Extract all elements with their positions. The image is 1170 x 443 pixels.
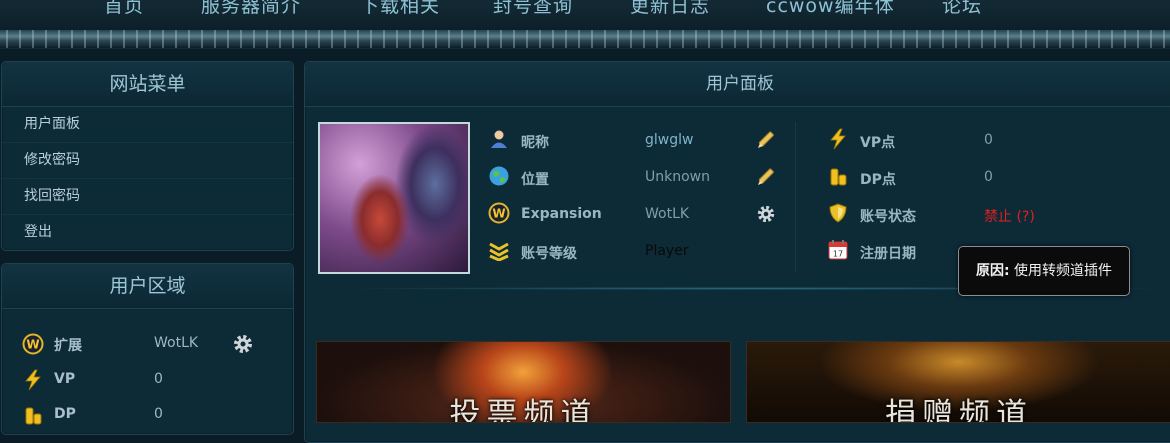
info-row-account-level: 账号等级 Player bbox=[488, 233, 798, 270]
info-label: 注册日期 bbox=[860, 246, 916, 262]
info-label: VP点 bbox=[860, 135, 896, 151]
info-label: DP点 bbox=[860, 172, 896, 188]
info-row-dp: DP点 0 bbox=[827, 159, 1137, 196]
user-area-value: 0 bbox=[154, 371, 163, 387]
nav-ban-lookup[interactable]: 封号查询 bbox=[493, 0, 573, 18]
svg-text:W: W bbox=[492, 207, 505, 221]
account-status-value[interactable]: 禁止 (?) bbox=[984, 206, 1035, 226]
info-row-location: 位置 Unknown bbox=[488, 159, 798, 196]
wotlk-icon: W bbox=[22, 333, 44, 355]
nav-downloads[interactable]: 下载相关 bbox=[360, 0, 440, 18]
nav-chronicle[interactable]: ccwow编年体 bbox=[766, 0, 895, 18]
top-navigation: 首页 服务器简介 下载相关 封号查询 更新日志 ccwow编年体 论坛 bbox=[0, 0, 1170, 30]
vote-channel-text: 投票频道 bbox=[449, 397, 598, 423]
location-value: Unknown bbox=[645, 169, 710, 185]
globe-icon bbox=[489, 166, 509, 186]
coins-icon bbox=[25, 407, 42, 425]
site-menu-panel: 网站菜单 用户面板 修改密码 找回密码 登出 bbox=[1, 61, 294, 251]
nav-home[interactable]: 首页 bbox=[104, 0, 144, 18]
info-label: 账号等级 bbox=[521, 246, 577, 262]
info-label: 账号状态 bbox=[860, 209, 916, 225]
shield-icon bbox=[829, 203, 847, 223]
user-panel-title: 用户面板 bbox=[305, 62, 1170, 107]
lightning-icon bbox=[25, 369, 41, 391]
gear-icon[interactable] bbox=[232, 333, 254, 355]
info-row-expansion: W Expansion WotLK bbox=[488, 196, 798, 233]
account-level-value: Player bbox=[645, 243, 689, 259]
user-area-label: 扩展 bbox=[54, 338, 82, 354]
user-icon bbox=[491, 130, 507, 148]
info-row-account-status: 账号状态 禁止 (?) bbox=[827, 196, 1137, 233]
user-area-label: VP bbox=[54, 371, 76, 387]
info-row-vp: VP点 0 bbox=[827, 122, 1137, 159]
dp-value: 0 bbox=[984, 169, 993, 185]
nav-server-intro[interactable]: 服务器简介 bbox=[201, 0, 301, 18]
user-area-row-dp: DP 0 bbox=[2, 401, 292, 431]
info-row-nickname: 昵称 glwglw bbox=[488, 122, 798, 159]
user-area-row-expansion: W 扩展 WotLK bbox=[2, 330, 292, 360]
menu-item-recover-password[interactable]: 找回密码 bbox=[2, 179, 293, 215]
expansion-value: WotLK bbox=[645, 206, 690, 222]
frost-divider bbox=[0, 30, 1170, 49]
calendar-icon: 17 bbox=[828, 240, 848, 260]
info-label: Expansion bbox=[521, 206, 602, 222]
gear-icon[interactable] bbox=[756, 204, 776, 224]
tooltip-text: 使用转频道插件 bbox=[1014, 263, 1113, 279]
svg-text:W: W bbox=[26, 338, 39, 352]
donate-channel-text: 捐赠频道 bbox=[885, 397, 1033, 423]
column-divider bbox=[795, 122, 796, 272]
vote-channel-banner[interactable]: 投票频道 bbox=[316, 341, 731, 423]
tooltip-label: 原因: bbox=[975, 263, 1010, 279]
wotlk-icon: W bbox=[488, 202, 510, 224]
user-area-label: DP bbox=[54, 406, 76, 422]
user-area-row-vp: VP 0 bbox=[2, 366, 292, 396]
nickname-value[interactable]: glwglw bbox=[645, 132, 693, 148]
svg-text:17: 17 bbox=[833, 250, 843, 259]
coins-icon bbox=[830, 168, 847, 186]
user-area-title: 用户区域 bbox=[2, 264, 293, 309]
user-area-value: 0 bbox=[154, 406, 163, 422]
info-label: 位置 bbox=[521, 172, 549, 188]
user-area-panel: 用户区域 W 扩展 WotLK VP 0 DP 0 bbox=[1, 263, 294, 435]
menu-item-change-password[interactable]: 修改密码 bbox=[2, 143, 293, 179]
avatar bbox=[318, 122, 470, 274]
nav-forum[interactable]: 论坛 bbox=[942, 0, 982, 18]
user-area-value: WotLK bbox=[154, 335, 199, 351]
donate-channel-banner[interactable]: 捐赠频道 bbox=[746, 341, 1170, 423]
site-menu-title: 网站菜单 bbox=[2, 62, 293, 107]
edit-icon[interactable] bbox=[756, 167, 776, 187]
edit-icon[interactable] bbox=[756, 130, 776, 150]
nav-changelog[interactable]: 更新日志 bbox=[630, 0, 710, 18]
vp-value: 0 bbox=[984, 132, 993, 148]
ban-reason-tooltip: 原因: 使用转频道插件 bbox=[958, 246, 1130, 296]
info-label: 昵称 bbox=[521, 135, 549, 151]
menu-item-user-panel[interactable]: 用户面板 bbox=[2, 107, 293, 143]
menu-item-logout[interactable]: 登出 bbox=[2, 215, 293, 250]
lightning-icon bbox=[830, 128, 846, 150]
rank-icon bbox=[489, 242, 509, 261]
